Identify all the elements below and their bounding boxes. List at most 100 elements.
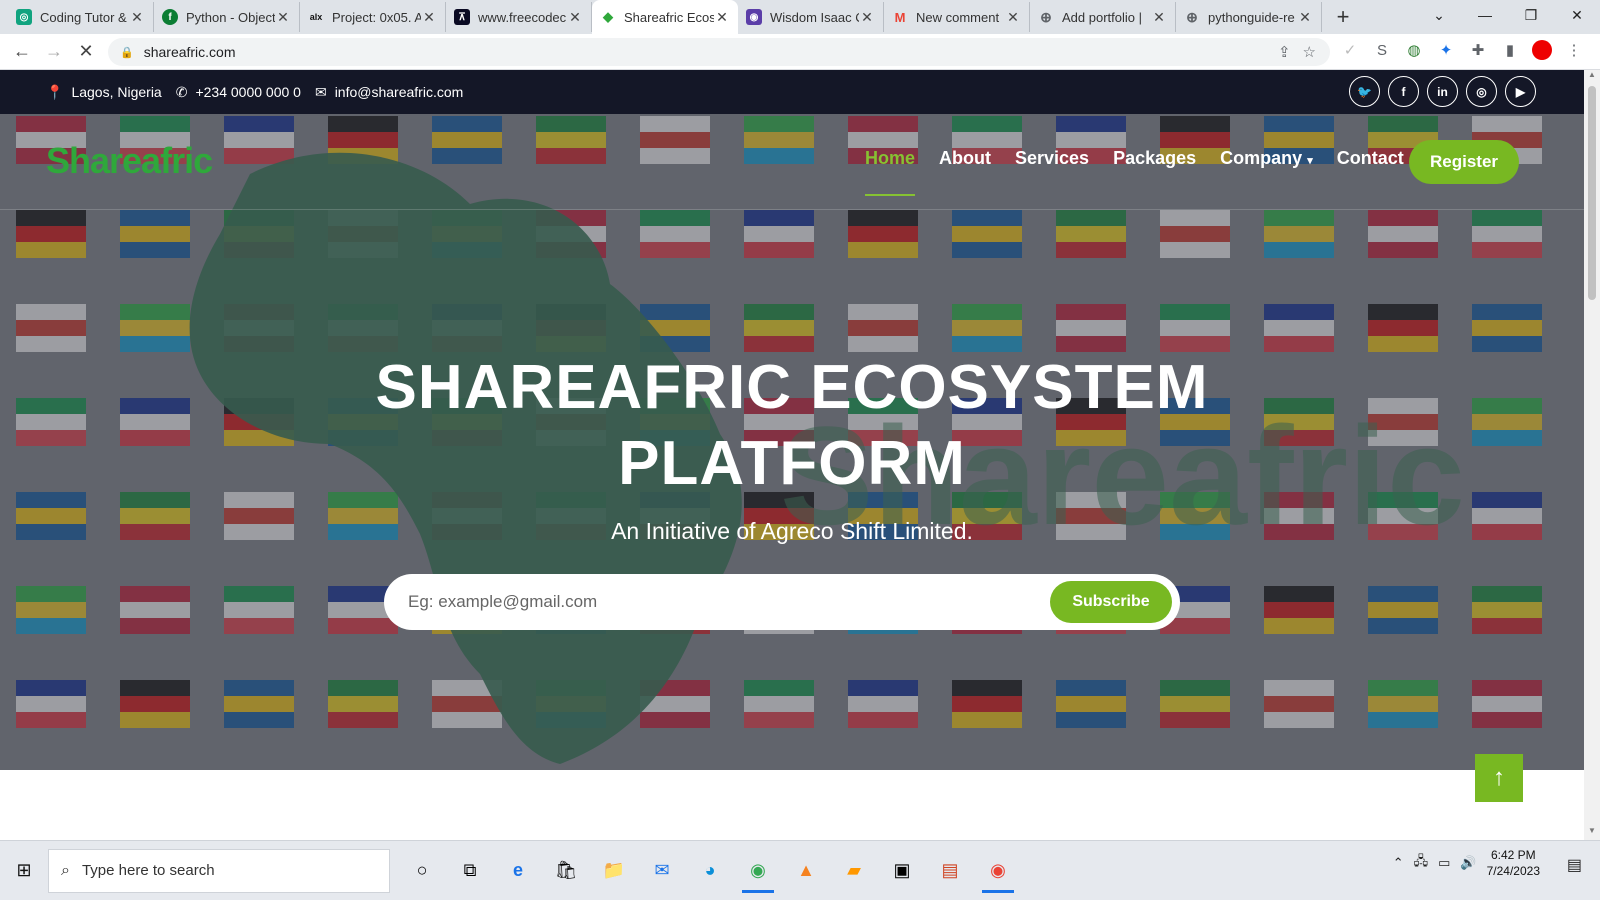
- scroll-down-icon[interactable]: ▼: [1584, 826, 1600, 840]
- stop-loading-icon[interactable]: ✕: [70, 36, 102, 68]
- tab-title: New comment: [916, 9, 1000, 25]
- scrollbar-thumb[interactable]: [1588, 86, 1596, 300]
- extensions-puzzle-icon[interactable]: ✚: [1468, 40, 1488, 60]
- chrome-profile-icon[interactable]: ◉: [974, 849, 1022, 893]
- system-tray: ⌃ 🖧 ▭ 🔊 6:42 PM 7/24/2023: [1393, 847, 1540, 879]
- taskbar-search[interactable]: ⌕ Type here to search: [48, 848, 390, 893]
- edge-legacy-icon[interactable]: e: [494, 849, 542, 893]
- s-extension-icon[interactable]: S: [1372, 40, 1392, 60]
- browser-tab[interactable]: f Python - Object ✕: [154, 2, 300, 32]
- share-icon[interactable]: ⇪: [1278, 43, 1291, 61]
- cortana-icon[interactable]: ○: [398, 849, 446, 893]
- browser-tab[interactable]: M New comment ✕: [884, 2, 1030, 32]
- sublime-text-icon[interactable]: ▰: [830, 849, 878, 893]
- close-icon[interactable]: ✕: [1297, 9, 1313, 26]
- volume-icon[interactable]: 🔊: [1460, 855, 1476, 871]
- chevron-up-icon[interactable]: ⌃: [1393, 855, 1404, 871]
- tab-search-icon[interactable]: ⌄: [1416, 0, 1462, 30]
- nav-item-home[interactable]: Home: [865, 148, 916, 196]
- browser-tab[interactable]: alx Project: 0x05. A ✕: [300, 2, 446, 32]
- browser-tab[interactable]: ⊕ pythonguide-re ✕: [1176, 2, 1322, 32]
- network-icon[interactable]: 🖧: [1414, 852, 1429, 874]
- puzzle-blue-extension-icon[interactable]: ✦: [1436, 40, 1456, 60]
- new-tab-button[interactable]: +: [1328, 2, 1358, 32]
- email-info: ✉ info@shareafric.com: [315, 84, 463, 101]
- forward-icon[interactable]: →: [38, 36, 70, 68]
- page-scrollbar[interactable]: ▲ ▼: [1584, 70, 1600, 840]
- phone-icon: ✆: [175, 83, 188, 100]
- vlc-icon[interactable]: ▲: [782, 849, 830, 893]
- email-input[interactable]: [384, 592, 1050, 612]
- close-window-icon[interactable]: ✕: [1554, 0, 1600, 30]
- nav-item-contact[interactable]: Contact: [1337, 148, 1404, 169]
- email-text[interactable]: info@shareafric.com: [335, 84, 464, 100]
- clock-time: 6:42 PM: [1490, 848, 1536, 862]
- browser-tab[interactable]: ⊕ Add portfolio | ✕: [1030, 2, 1176, 32]
- browser-tab[interactable]: ⊼ www.freecodec ✕: [446, 2, 592, 32]
- close-icon[interactable]: ✕: [129, 9, 145, 26]
- store-icon[interactable]: 🛍: [542, 849, 590, 893]
- check-extension-icon[interactable]: ✓: [1340, 40, 1360, 60]
- back-icon[interactable]: ←: [6, 36, 38, 68]
- system-clock[interactable]: 6:42 PM 7/24/2023: [1487, 847, 1540, 879]
- tab-title: pythonguide-re: [1208, 9, 1295, 25]
- facebook-icon[interactable]: f: [1388, 76, 1419, 107]
- close-icon[interactable]: ✕: [1151, 9, 1167, 26]
- location-text: Lagos, Nigeria: [71, 84, 162, 100]
- tab-favicon-icon: f: [162, 9, 178, 25]
- lock-icon[interactable]: 🔒: [120, 46, 134, 59]
- profile-avatar[interactable]: [1532, 40, 1552, 60]
- envelope-icon: ✉: [314, 83, 327, 100]
- register-button[interactable]: Register: [1409, 140, 1519, 184]
- linkedin-icon[interactable]: in: [1427, 76, 1458, 107]
- main-navbar: Shareafric Home About Services Packages …: [0, 114, 1584, 210]
- twitter-icon[interactable]: 🐦: [1349, 76, 1380, 107]
- phone-text[interactable]: +234 0000 000 0: [195, 84, 301, 100]
- close-icon[interactable]: ✕: [714, 9, 730, 26]
- file-explorer-icon[interactable]: 📁: [590, 849, 638, 893]
- close-icon[interactable]: ✕: [1005, 9, 1021, 26]
- taskbar-search-text: Type here to search: [81, 862, 215, 879]
- battery-icon[interactable]: ▭: [1438, 855, 1450, 871]
- side-panel-icon[interactable]: ▮: [1500, 40, 1520, 60]
- contact-topbar: 📍 Lagos, Nigeria ✆ +234 0000 000 0 ✉ inf…: [0, 70, 1584, 114]
- powerpoint-icon[interactable]: ▤: [926, 849, 974, 893]
- url-text[interactable]: shareafric.com: [144, 44, 236, 60]
- windows-start-icon[interactable]: ⊞: [0, 849, 48, 893]
- browser-tab-active[interactable]: ◆ Shareafric Ecos ✕: [592, 0, 738, 34]
- maximize-icon[interactable]: ❐: [1508, 0, 1554, 30]
- notifications-icon[interactable]: ▤: [1567, 855, 1582, 875]
- menu-kebab-icon[interactable]: ⋮: [1564, 40, 1584, 60]
- tab-favicon-icon: ◉: [746, 9, 762, 25]
- close-icon[interactable]: ✕: [567, 9, 583, 26]
- browser-tab[interactable]: ◎ Coding Tutor & ✕: [8, 2, 154, 32]
- url-bar[interactable]: 🔒 shareafric.com ⇪ ☆: [108, 38, 1330, 66]
- browser-tab-strip: ◎ Coding Tutor & ✕ f Python - Object ✕ a…: [0, 0, 1600, 34]
- gmail-icon: M: [894, 9, 906, 25]
- edge-icon[interactable]: ◕: [686, 849, 734, 893]
- subscribe-button[interactable]: Subscribe: [1050, 581, 1172, 623]
- youtube-icon[interactable]: ▶: [1505, 76, 1536, 107]
- instagram-icon[interactable]: ◎: [1466, 76, 1497, 107]
- terminal-icon[interactable]: ▣: [878, 849, 926, 893]
- nav-item-company[interactable]: Company ▾: [1220, 148, 1313, 169]
- scroll-up-icon[interactable]: ▲: [1584, 70, 1600, 84]
- nav-item-packages[interactable]: Packages: [1113, 148, 1196, 169]
- task-view-icon[interactable]: ⧉: [446, 849, 494, 893]
- mail-icon[interactable]: ✉: [638, 849, 686, 893]
- nav-item-about[interactable]: About: [939, 148, 991, 169]
- nav-item-services[interactable]: Services: [1015, 148, 1089, 169]
- chrome-icon[interactable]: ◉: [734, 849, 782, 893]
- close-icon[interactable]: ✕: [421, 9, 437, 26]
- back-to-top-button[interactable]: ↑: [1475, 754, 1523, 802]
- bookmark-star-icon[interactable]: ☆: [1303, 43, 1316, 61]
- subscribe-form: Subscribe: [384, 574, 1180, 630]
- minimize-icon[interactable]: —: [1462, 0, 1508, 30]
- taskbar-apps: ○ ⧉ e 🛍 📁 ✉ ◕ ◉ ▲ ▰ ▣ ▤ ◉: [398, 849, 1022, 893]
- globe-extension-icon[interactable]: ◍: [1404, 40, 1424, 60]
- browser-tab[interactable]: ◉ Wisdom Isaac C ✕: [738, 2, 884, 32]
- close-icon[interactable]: ✕: [275, 9, 291, 26]
- close-icon[interactable]: ✕: [859, 9, 875, 26]
- tab-title: Coding Tutor &: [40, 9, 127, 25]
- shareafric-logo[interactable]: Shareafric: [46, 140, 213, 182]
